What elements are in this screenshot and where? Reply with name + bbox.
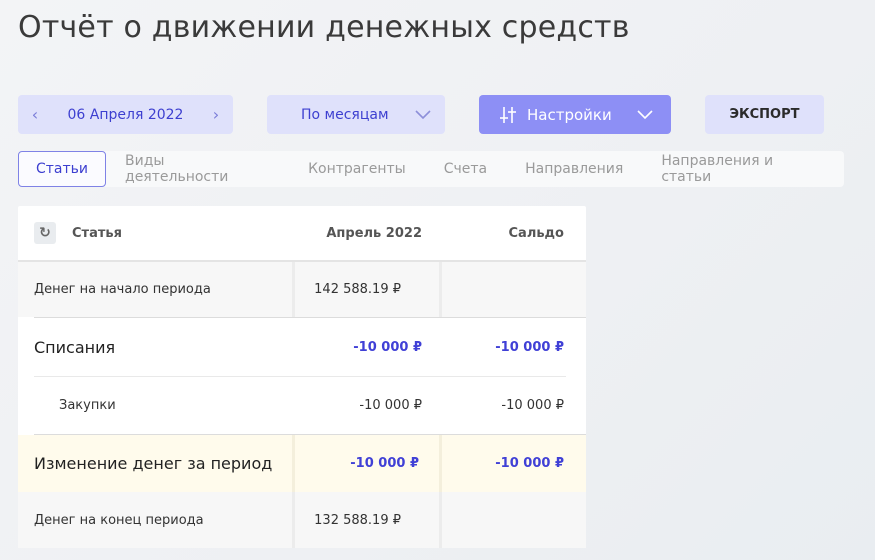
page-title: Отчёт о движении денежных средств xyxy=(18,10,630,45)
tab-accounts[interactable]: Счета xyxy=(425,151,506,187)
date-picker[interactable]: ‹ 06 Апреля 2022 › xyxy=(18,95,233,134)
tab-articles[interactable]: Статьи xyxy=(18,151,107,187)
cashflow-table: ↻ Статья Апрель 2022 Сальдо Денег на нач… xyxy=(18,206,586,548)
period-select[interactable]: По месяцам xyxy=(267,95,445,134)
row-balance-value xyxy=(442,492,586,548)
row-balance-value: -10 000 ₽ xyxy=(495,456,564,471)
header-balance: Сальдо xyxy=(508,225,565,241)
row-balance-value xyxy=(442,262,586,317)
chevron-right-icon[interactable]: › xyxy=(209,105,223,124)
row-month-value: -10 000 ₽ xyxy=(292,435,442,492)
row-balance-value: -10 000 ₽ xyxy=(501,398,564,413)
table-row: Списания -10 000 ₽ -10 000 ₽ xyxy=(18,318,586,376)
tab-activity-types[interactable]: Виды деятельности xyxy=(106,151,289,187)
sliders-icon xyxy=(500,106,516,123)
row-label: Денег на конец периода xyxy=(34,512,204,528)
date-value: 06 Апреля 2022 xyxy=(67,106,184,123)
row-label: Закупки xyxy=(59,398,116,413)
table-row: Денег на начало периода 142 588.19 ₽ xyxy=(18,262,586,317)
tab-directions[interactable]: Направления xyxy=(506,151,642,187)
row-month-value: -10 000 ₽ xyxy=(353,339,422,355)
row-month-value: 132 588.19 ₽ xyxy=(292,492,442,548)
row-month-value: 142 588.19 ₽ xyxy=(292,262,442,317)
refresh-icon[interactable]: ↻ xyxy=(34,222,56,244)
export-button[interactable]: ЭКСПОРТ xyxy=(705,95,824,134)
row-label: Списания xyxy=(34,337,116,357)
table-header: ↻ Статья Апрель 2022 Сальдо xyxy=(18,206,586,262)
settings-label: Настройки xyxy=(527,105,612,124)
table-row: Изменение денег за период -10 000 ₽ -10 … xyxy=(18,435,586,492)
period-value: По месяцам xyxy=(301,106,389,123)
chevron-down-icon xyxy=(415,109,431,119)
table-row: Закупки -10 000 ₽ -10 000 ₽ xyxy=(18,377,586,434)
header-month: Апрель 2022 xyxy=(326,225,422,241)
tab-counterparties[interactable]: Контрагенты xyxy=(289,151,425,187)
header-article: Статья xyxy=(72,225,122,241)
chevron-left-icon[interactable]: ‹ xyxy=(28,105,42,124)
row-label: Изменение денег за период xyxy=(34,454,273,473)
row-balance-value: -10 000 ₽ xyxy=(495,339,564,355)
settings-button[interactable]: Настройки xyxy=(479,95,671,134)
tab-directions-and-articles[interactable]: Направления и статьи xyxy=(642,151,844,187)
tab-bar: Статьи Виды деятельности Контрагенты Сче… xyxy=(18,151,844,187)
table-row: Денег на конец периода 132 588.19 ₽ xyxy=(18,492,586,548)
chevron-down-icon xyxy=(637,109,653,119)
row-month-value: -10 000 ₽ xyxy=(359,398,422,413)
row-label: Денег на начало периода xyxy=(34,282,211,297)
